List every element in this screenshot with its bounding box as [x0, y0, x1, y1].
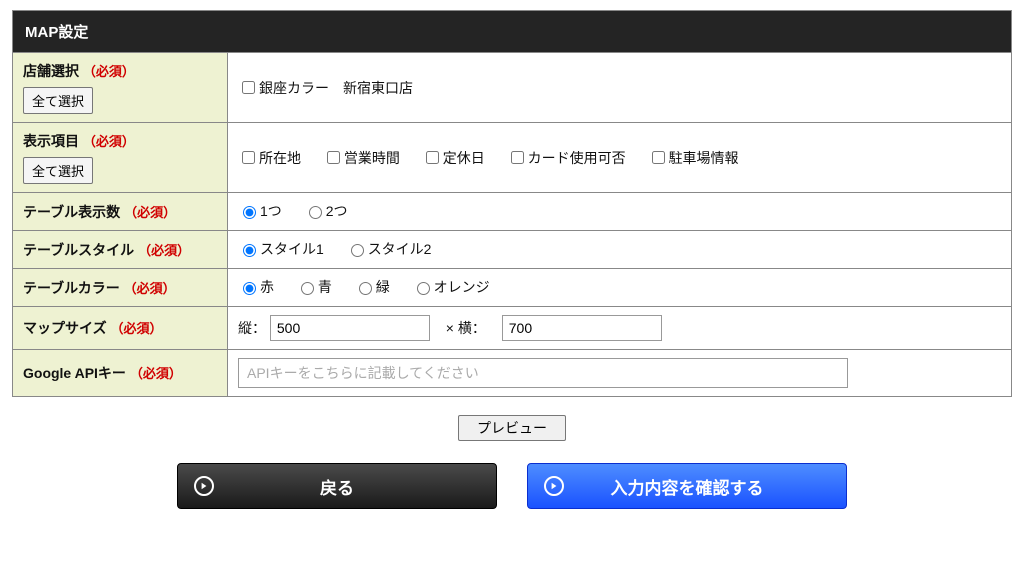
table-header: MAP設定	[13, 11, 1012, 53]
store-option[interactable]: 銀座カラー 新宿東口店	[238, 78, 413, 98]
table-color-option[interactable]: 緑	[354, 277, 390, 297]
table-style-option[interactable]: スタイル2	[346, 239, 432, 259]
api-key-input[interactable]	[238, 358, 848, 388]
field-checkbox[interactable]	[652, 151, 665, 164]
table-count-radio[interactable]	[309, 206, 322, 219]
table-color-option[interactable]: 赤	[238, 277, 274, 297]
table-style-option[interactable]: スタイル1	[238, 239, 324, 259]
table-color-radio[interactable]	[359, 282, 372, 295]
field-option[interactable]: カード使用可否	[507, 148, 626, 168]
row-display-fields: 表示項目 （必須） 全て選択 所在地 営業時間 定休日	[13, 123, 1012, 193]
required-tag: （必須）	[110, 321, 162, 336]
row-label: テーブルスタイル	[23, 242, 134, 258]
table-count-option[interactable]: 1つ	[238, 201, 282, 221]
table-color-option[interactable]: オレンジ	[412, 277, 490, 297]
select-all-fields-button[interactable]: 全て選択	[23, 157, 93, 184]
field-checkbox[interactable]	[327, 151, 340, 164]
row-table-color: テーブルカラー （必須） 赤 青 緑 オレンジ	[13, 269, 1012, 307]
required-tag: （必須）	[138, 243, 190, 258]
height-label: 縦：	[238, 320, 266, 336]
row-table-style: テーブルスタイル （必須） スタイル1 スタイル2	[13, 231, 1012, 269]
table-count-radio[interactable]	[243, 206, 256, 219]
required-tag: （必須）	[130, 366, 182, 381]
row-store-select: 店舗選択 （必須） 全て選択 銀座カラー 新宿東口店	[13, 53, 1012, 123]
row-label: マップサイズ	[23, 320, 107, 336]
store-checkbox[interactable]	[242, 81, 255, 94]
field-checkbox[interactable]	[426, 151, 439, 164]
required-tag: （必須）	[124, 205, 176, 220]
map-height-input[interactable]	[270, 315, 430, 341]
preview-button[interactable]: プレビュー	[458, 415, 566, 441]
table-color-radio[interactable]	[417, 282, 430, 295]
map-width-input[interactable]	[502, 315, 662, 341]
required-tag: （必須）	[83, 134, 135, 149]
back-button[interactable]: 戻る	[177, 463, 497, 509]
field-option[interactable]: 定休日	[422, 148, 485, 168]
field-option[interactable]: 営業時間	[323, 148, 400, 168]
select-all-stores-button[interactable]: 全て選択	[23, 87, 93, 114]
row-map-size: マップサイズ （必須） 縦： × 横：	[13, 307, 1012, 350]
table-color-radio[interactable]	[301, 282, 314, 295]
required-tag: （必須）	[83, 64, 135, 79]
arrow-right-icon	[544, 476, 564, 496]
table-style-radio[interactable]	[243, 244, 256, 257]
row-label: Google APIキー	[23, 365, 126, 381]
confirm-button[interactable]: 入力内容を確認する	[527, 463, 847, 509]
field-checkbox[interactable]	[242, 151, 255, 164]
table-color-option[interactable]: 青	[296, 277, 332, 297]
row-label: テーブルカラー	[23, 280, 120, 296]
arrow-right-icon	[194, 476, 214, 496]
field-checkbox[interactable]	[511, 151, 524, 164]
size-separator: × 横：	[446, 318, 486, 338]
required-tag: （必須）	[124, 281, 176, 296]
table-style-radio[interactable]	[351, 244, 364, 257]
row-label: 店舗選択	[23, 63, 79, 79]
row-api-key: Google APIキー （必須）	[13, 350, 1012, 397]
row-label: 表示項目	[23, 133, 79, 149]
table-color-radio[interactable]	[243, 282, 256, 295]
field-option[interactable]: 所在地	[238, 148, 301, 168]
map-settings-table: MAP設定 店舗選択 （必須） 全て選択 銀座カラー 新宿東口店 表示項目 （必…	[12, 10, 1012, 397]
field-option[interactable]: 駐車場情報	[648, 148, 739, 168]
row-label: テーブル表示数	[23, 204, 120, 220]
row-table-count: テーブル表示数 （必須） 1つ 2つ	[13, 193, 1012, 231]
table-count-option[interactable]: 2つ	[304, 201, 348, 221]
